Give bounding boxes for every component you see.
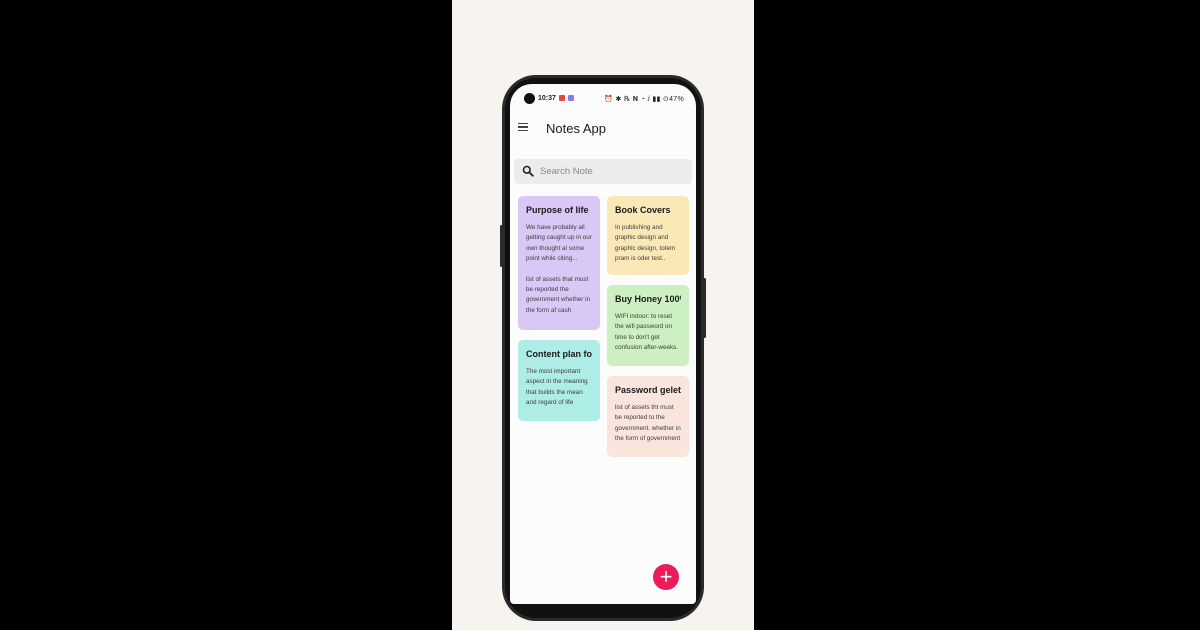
search-icon bbox=[522, 165, 534, 177]
volume-button bbox=[500, 225, 503, 267]
note-body: In publishing and graphic design and gra… bbox=[615, 223, 681, 265]
note-body: list of assets tht must be reported to t… bbox=[615, 403, 681, 445]
app-screen: 10:37 ⏰ ✱ ℞ 𝐍 ◔ ⅈ ▮▮ ⊙47% Notes App Purp… bbox=[510, 84, 696, 604]
search-input[interactable] bbox=[540, 163, 680, 180]
front-camera bbox=[524, 93, 535, 104]
notification-icon bbox=[568, 95, 574, 101]
note-card[interactable]: Buy Honey 100% WIFI indoor: to reset the… bbox=[607, 285, 689, 366]
note-title: Book Covers bbox=[615, 205, 671, 215]
note-body: The most important aspect in the meaning… bbox=[526, 367, 592, 409]
status-time: 10:37 bbox=[538, 95, 556, 102]
search-bar[interactable] bbox=[514, 159, 692, 184]
system-icons: ⏰ ✱ ℞ 𝐍 ◔ ⅈ ▮▮ ⊙47% bbox=[604, 96, 684, 103]
note-title: Password geleto bbox=[615, 385, 681, 395]
note-title: Content plan for... bbox=[526, 349, 592, 359]
note-card[interactable]: Book Covers In publishing and graphic de… bbox=[607, 196, 689, 275]
plus-icon: + bbox=[659, 564, 673, 589]
hamburger-menu-icon[interactable] bbox=[518, 123, 528, 131]
note-text: In publishing and graphic design and gra… bbox=[615, 224, 676, 263]
app-bar: Notes App bbox=[510, 116, 696, 144]
note-title: Buy Honey 100% bbox=[615, 294, 681, 304]
note-card[interactable]: Content plan for... The most important a… bbox=[518, 340, 600, 421]
note-title: Purpose of life bbox=[526, 205, 589, 215]
notification-icon bbox=[559, 95, 565, 101]
status-bar: 10:37 ⏰ ✱ ℞ 𝐍 ◔ ⅈ ▮▮ ⊙47% bbox=[510, 92, 696, 106]
note-body: We have probably all getting caught up i… bbox=[526, 223, 592, 316]
app-title: Notes App bbox=[546, 121, 606, 136]
power-button bbox=[703, 278, 706, 338]
note-text: The most important aspect in the meaning… bbox=[526, 368, 588, 407]
add-note-button[interactable]: + bbox=[653, 564, 679, 590]
note-text: WIFI indoor: to reset the wifi password … bbox=[615, 313, 678, 352]
note-body: WIFI indoor: to reset the wifi password … bbox=[615, 312, 681, 354]
note-text: We have probably all getting caught up i… bbox=[526, 224, 592, 263]
note-text: list of assets tht must be reported to t… bbox=[615, 404, 681, 443]
note-text: list of assets that must be reported the… bbox=[526, 275, 591, 314]
note-card[interactable]: Password geleto list of assets tht must … bbox=[607, 376, 689, 457]
note-card[interactable]: Purpose of life We have probably all get… bbox=[518, 196, 600, 330]
